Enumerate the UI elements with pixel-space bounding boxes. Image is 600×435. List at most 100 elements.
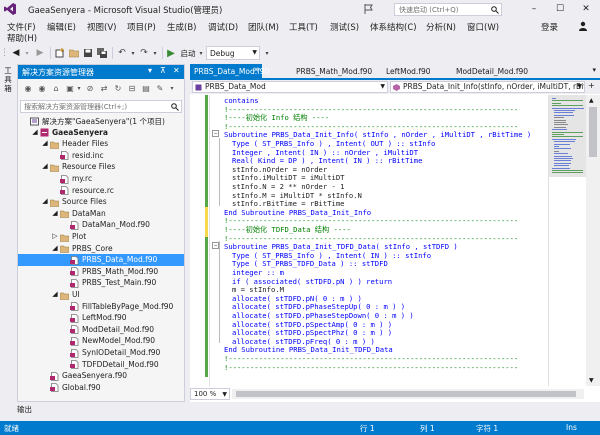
minimize-button[interactable]: – <box>522 1 546 17</box>
save-icon[interactable] <box>82 46 94 60</box>
tree-item[interactable]: ModDetail_Mod.f90 <box>18 324 184 336</box>
scroll-up-icon[interactable]: ▲ <box>589 97 594 104</box>
solution-explorer-search-input[interactable]: 搜索解决方案资源管理器(Ctrl+;) <box>20 100 182 113</box>
tree-item[interactable]: ◢ DataMan <box>18 208 184 220</box>
tree-item[interactable]: PRBS_Math_Mod.f90 <box>18 266 184 278</box>
collapse-arrow-icon[interactable]: ◢ <box>31 128 39 136</box>
collapse-arrow-icon[interactable]: ◢ <box>51 209 59 217</box>
tree-item[interactable]: ◢ Resource Files <box>18 161 184 173</box>
tree-item[interactable]: Global.f90 <box>18 382 184 394</box>
pending-changes-icon[interactable]: ⊘ <box>84 83 96 95</box>
split-editor-icon[interactable]: + <box>588 81 595 90</box>
fold-toggle-icon[interactable]: − <box>212 242 219 250</box>
tree-item[interactable]: ◢ GaeaSenyera <box>18 127 184 139</box>
tab-moddetail-mod[interactable]: ModDetail_Mod.f90 <box>452 64 532 78</box>
show-all-files-icon[interactable]: ▤ <box>140 83 152 95</box>
tree-item[interactable]: LeftMod.f90 <box>18 312 184 324</box>
start-button-label[interactable]: 启动 <box>178 46 198 60</box>
menu-help[interactable]: 帮助(H) <box>7 32 37 44</box>
collapse-arrow-icon[interactable]: ◢ <box>51 244 59 252</box>
tree-item[interactable]: ▷ Plot <box>18 231 184 243</box>
collapse-arrow-icon[interactable]: ◢ <box>51 290 59 298</box>
tab-overflow-icon[interactable]: ▾ <box>592 66 596 74</box>
tree-item[interactable]: FillTableByPage_Mod.f90 <box>18 301 184 313</box>
start-debugging-icon[interactable]: ▶ <box>165 46 177 60</box>
close-button[interactable]: ✕ <box>574 1 598 17</box>
redo-dropdown-icon[interactable]: ▾ <box>151 46 159 60</box>
properties-icon[interactable]: ✎ <box>154 83 166 95</box>
h-scroll-thumb[interactable] <box>236 391 576 397</box>
user-account-icon[interactable] <box>578 21 588 31</box>
tree-item[interactable]: DataMan_Mod.f90 <box>18 219 184 231</box>
save-all-icon[interactable] <box>96 46 108 60</box>
tree-item[interactable]: ◢ Header Files <box>18 138 184 150</box>
toolbox-tab-label[interactable]: 工具箱 <box>3 66 13 93</box>
collapse-arrow-icon[interactable]: ◢ <box>41 197 49 205</box>
switch-views-dropdown-icon[interactable]: ▾ <box>76 83 82 95</box>
maximize-button[interactable]: ☐ <box>548 1 572 17</box>
menu-analyze[interactable]: 分析(N) <box>426 21 456 33</box>
module-selector[interactable]: PRBS_Data_Mod ▼ <box>192 81 388 93</box>
menu-tools[interactable]: 工具(T) <box>289 21 318 33</box>
tab-leftmod[interactable]: LeftMod.f90 <box>382 64 442 78</box>
open-file-icon[interactable] <box>68 46 80 60</box>
tree-item[interactable]: ◢ UI <box>18 289 184 301</box>
code-map-scrollbar[interactable] <box>548 95 587 386</box>
tree-item[interactable]: TDFDDetail_Mod.f90 <box>18 359 184 371</box>
tree-item[interactable]: NewModel_Mod.f90 <box>18 335 184 347</box>
menu-project[interactable]: 项目(P) <box>127 21 156 33</box>
se-forward-icon[interactable]: ◉ <box>36 83 48 95</box>
tree-item[interactable]: PRBS_Data_Mod.f90 <box>18 254 184 266</box>
back-icon[interactable]: ◀ <box>10 46 22 60</box>
horizontal-scrollbar[interactable] <box>232 389 584 399</box>
back-dropdown-icon[interactable]: ▾ <box>23 46 31 60</box>
menu-edit[interactable]: 编辑(E) <box>47 21 76 33</box>
undo-dropdown-icon[interactable]: ▾ <box>129 46 137 60</box>
menu-view[interactable]: 视图(V) <box>87 21 116 33</box>
tree-item[interactable]: GaeaSenyera.f90 <box>18 370 184 382</box>
collapse-arrow-icon[interactable]: ◢ <box>41 139 49 147</box>
expand-arrow-icon[interactable]: ▷ <box>51 232 59 240</box>
code-area[interactable]: contains !-------------------------------… <box>190 95 548 386</box>
vertical-scrollbar[interactable]: ▲ ▼ <box>586 95 600 386</box>
tab-prbs-data-mod[interactable]: PRBS_Data_Mod.f90 ✕ <box>190 64 269 78</box>
new-project-icon[interactable] <box>54 46 66 60</box>
fold-toggle-icon[interactable]: − <box>212 130 219 138</box>
pin-icon[interactable]: ⊼ <box>160 66 166 75</box>
menu-test[interactable]: 测试(S) <box>330 21 359 33</box>
toolbar-overflow-icon[interactable]: ▾ <box>262 46 272 60</box>
scroll-down-icon[interactable]: ▼ <box>589 377 594 384</box>
zoom-select[interactable]: 100 % ▼ <box>190 388 230 400</box>
member-selector[interactable]: PRBS_Data_Init_Info(stInfo, nOrder, iMul… <box>390 81 585 93</box>
collapse-all-icon[interactable]: ⊟ <box>126 83 138 95</box>
forward-icon[interactable]: ▶ <box>34 46 46 60</box>
toolbox-strip[interactable]: 工具箱 <box>0 62 16 402</box>
tree-item[interactable]: resource.rc <box>18 185 184 197</box>
sync-icon[interactable]: ⇄ <box>98 83 110 95</box>
solution-configuration-select[interactable]: Debug ▼ <box>206 46 260 60</box>
menu-team[interactable]: 团队(M) <box>248 21 279 33</box>
refresh-icon[interactable]: ↻ <box>112 83 124 95</box>
tree-item[interactable]: my.rc <box>18 173 184 185</box>
login-link[interactable]: 登录 <box>541 21 558 33</box>
scroll-thumb[interactable] <box>589 107 597 157</box>
home-icon[interactable]: ⌂ <box>50 83 62 95</box>
menu-window[interactable]: 窗口(W) <box>467 21 499 33</box>
tree-item[interactable]: resid.inc <box>18 150 184 162</box>
toolbar-more-icon[interactable]: ▾ <box>168 83 176 95</box>
menu-debug[interactable]: 调试(D) <box>208 21 238 33</box>
undo-icon[interactable]: ↶ <box>116 46 128 60</box>
close-tab-icon[interactable]: ✕ <box>253 66 259 74</box>
quick-launch-input[interactable]: 快速启动 (Ctrl+Q) <box>394 3 502 16</box>
se-back-icon[interactable]: ◉ <box>22 83 34 95</box>
panel-options-icon[interactable]: ▾ <box>148 66 152 75</box>
tab-prbs-math-mod[interactable]: PRBS_Math_Mod.f90 <box>292 64 372 78</box>
tree-item[interactable]: PRBS_Test_Main.f90 <box>18 277 184 289</box>
menu-build[interactable]: 生成(B) <box>167 21 196 33</box>
switch-views-icon[interactable]: ▣ <box>64 83 76 95</box>
tree-item[interactable]: ◢ PRBS_Core <box>18 243 184 255</box>
tree-item[interactable]: SynIODetail_Mod.f90 <box>18 347 184 359</box>
tree-item[interactable]: ◢ Source Files <box>18 196 184 208</box>
redo-icon[interactable]: ↷ <box>138 46 150 60</box>
start-dropdown-icon[interactable]: ▾ <box>198 46 204 60</box>
